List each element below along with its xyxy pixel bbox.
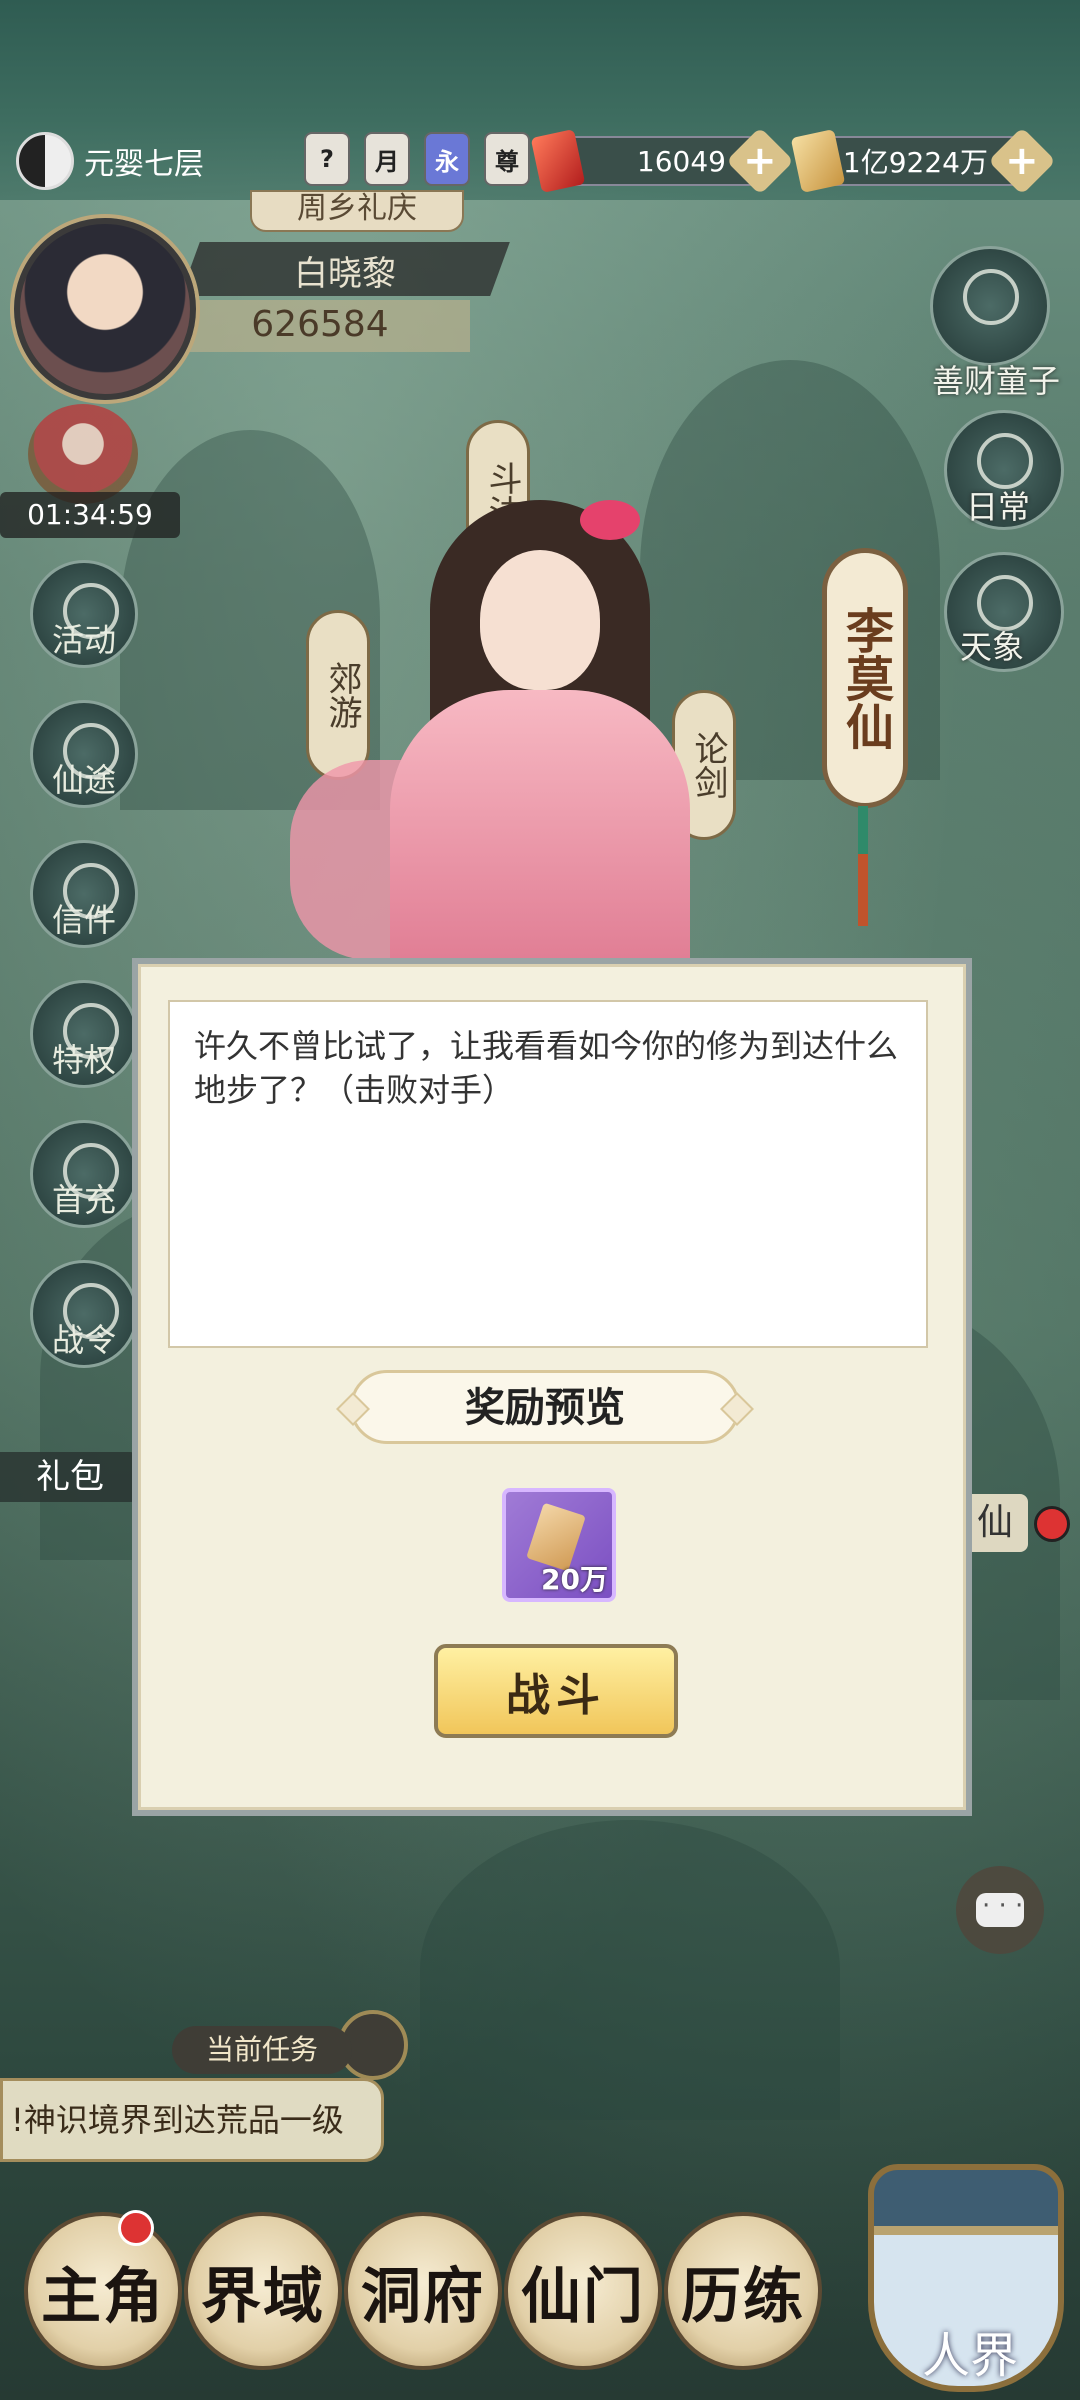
reward-item-slot[interactable]: 20万: [502, 1488, 616, 1602]
player-info-card[interactable]: 白晓黎 626584: [160, 190, 520, 360]
fortune-boy-label: 善财童子: [932, 362, 1061, 400]
menu-first-recharge[interactable]: 首充: [30, 1120, 138, 1228]
activity-icon: [63, 583, 119, 639]
reward-amount: 20万: [541, 1563, 608, 1596]
event-avatar[interactable]: [28, 404, 138, 504]
yin-yang-icon: [16, 132, 74, 190]
resource-value: 16049: [636, 144, 726, 178]
notification-dot: [1034, 1506, 1070, 1542]
celestial-label: 天象: [960, 628, 1025, 666]
badge-icon[interactable]: 尊: [484, 132, 530, 186]
tassel-decor: [858, 806, 868, 926]
menu-mail[interactable]: 信件: [30, 840, 138, 948]
badge-icon[interactable]: 永: [424, 132, 470, 186]
fortune-boy-icon: [963, 269, 1019, 325]
fortune-boy-button[interactable]: [930, 246, 1050, 366]
world-label: 人界: [921, 2328, 1018, 2384]
badge-icon[interactable]: 月: [364, 132, 410, 186]
current-task-label: 当前任务: [172, 2026, 352, 2074]
recharge-icon: [63, 1143, 119, 1199]
nav-sect[interactable]: 仙门: [504, 2212, 662, 2370]
menu-activity[interactable]: 活动: [30, 560, 138, 668]
nav-protagonist[interactable]: 主角: [24, 2212, 182, 2370]
nav-cave[interactable]: 洞府: [344, 2212, 502, 2370]
chat-icon: [976, 1891, 1024, 1927]
reward-preview-title: 奖励预览: [350, 1370, 740, 1444]
title-badges: ? 月 永 尊: [304, 132, 530, 186]
menu-battle-pass[interactable]: 战令: [30, 1260, 138, 1368]
notification-dot: [118, 2210, 154, 2246]
npc-name-plate: 李莫仙: [822, 548, 908, 808]
daily-icon: [977, 433, 1033, 489]
path-icon: [63, 723, 119, 779]
hair-ribbon-icon: [580, 500, 640, 540]
menu-privilege[interactable]: 特权: [30, 980, 138, 1088]
resource-gold-ticket: 1亿9224万 +: [790, 127, 1056, 195]
player-name: 白晓黎: [294, 254, 396, 294]
dialog-message: 许久不曾比试了，让我看看如今你的修为到达什么地步了？（击败对手）: [168, 1000, 928, 1348]
resource-value: 1亿9224万: [842, 146, 988, 179]
realm-text: 元婴七层: [84, 147, 204, 182]
event-timer: 01:34:59: [0, 492, 180, 538]
battle-pass-icon: [63, 1283, 119, 1339]
badge-icon[interactable]: ?: [304, 132, 350, 186]
current-task-bar[interactable]: !神识境界到达荒品一级: [0, 2078, 384, 2162]
resource-red-gem: 16049 +: [530, 127, 794, 195]
nav-realm[interactable]: 界域: [184, 2212, 342, 2370]
mountain-decor: [420, 1820, 840, 2120]
npc-character: [280, 480, 800, 970]
battle-dialog: 许久不曾比试了，让我看看如今你的修为到达什么地步了？（击败对手） 奖励预览 20…: [132, 958, 972, 1816]
fight-button[interactable]: 战斗: [434, 1644, 678, 1738]
chat-button[interactable]: [956, 1866, 1044, 1954]
daily-label: 日常: [966, 488, 1031, 526]
player-power: 626584: [251, 304, 389, 345]
mail-icon: [63, 863, 119, 919]
nav-training[interactable]: 历练: [664, 2212, 822, 2370]
gift-pack-button[interactable]: 礼包: [0, 1452, 140, 1502]
privilege-icon: [63, 1003, 119, 1059]
realm-indicator[interactable]: 元婴七层: [16, 132, 204, 190]
menu-path[interactable]: 仙途: [30, 700, 138, 808]
player-avatar[interactable]: [14, 218, 196, 400]
